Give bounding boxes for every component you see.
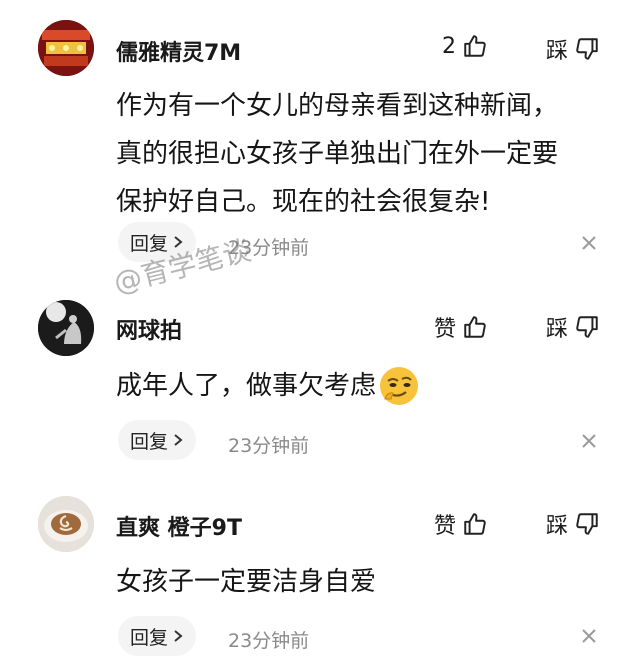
dislike-button[interactable]: 踩 (546, 508, 600, 540)
dislike-label: 踩 (545, 317, 568, 342)
dislike-label: 踩 (545, 514, 568, 539)
thumbs-up-icon (464, 513, 486, 535)
avatar[interactable] (38, 496, 94, 552)
dislike-button[interactable]: 踩 (546, 33, 600, 65)
like-label: 赞 (433, 514, 456, 539)
avatar[interactable] (38, 300, 94, 356)
comment-text: 女孩子一定要洁身自爱 (116, 558, 616, 606)
dislike-button[interactable]: 踩 (546, 311, 600, 343)
timestamp: 23分钟前 (228, 435, 310, 457)
like-button[interactable]: 赞 (434, 311, 488, 343)
comment-text: 成年人了，做事欠考虑 (116, 362, 616, 410)
reply-label: 回复 (130, 430, 169, 453)
thumbs-up-icon (464, 35, 486, 57)
chevron-right-icon (174, 434, 183, 446)
close-icon[interactable] (580, 234, 598, 252)
thumbs-up-icon (464, 316, 486, 338)
like-button[interactable]: 赞 (434, 508, 488, 540)
username[interactable]: 网球拍 (116, 313, 182, 345)
like-button[interactable]: 2 (442, 33, 488, 59)
like-count: 2 (442, 33, 456, 59)
avatar[interactable] (38, 20, 94, 76)
thumbs-down-icon (576, 38, 598, 60)
reply-button[interactable]: 回复 (118, 616, 197, 656)
chevron-right-icon (174, 630, 183, 642)
dislike-label: 踩 (545, 39, 568, 64)
comment-line: 真的很担心女孩子单独出门在外一定要 (116, 139, 559, 169)
thumbs-down-icon (576, 513, 598, 535)
comment-text: 作为有一个女儿的母亲看到这种新闻， 真的很担心女孩子单独出门在外一定要 保护好自… (116, 82, 616, 226)
thinking-face-emoji (380, 367, 419, 405)
like-label: 赞 (433, 317, 456, 342)
reply-button[interactable]: 回复 (118, 420, 197, 460)
comment-line: 作为有一个女儿的母亲看到这种新闻， (116, 91, 559, 121)
reply-label: 回复 (130, 626, 169, 649)
close-icon[interactable] (580, 627, 598, 645)
thumbs-down-icon (576, 316, 598, 338)
username[interactable]: 儒雅精灵7M (116, 35, 241, 67)
timestamp: 23分钟前 (228, 630, 310, 652)
comment-line: 保护好自己。现在的社会很复杂! (116, 187, 491, 217)
username[interactable]: 直爽 橙子9T (116, 510, 242, 542)
comment-line: 成年人了，做事欠考虑 (116, 371, 377, 401)
close-icon[interactable] (580, 432, 598, 450)
comment-line: 女孩子一定要洁身自爱 (116, 567, 377, 597)
